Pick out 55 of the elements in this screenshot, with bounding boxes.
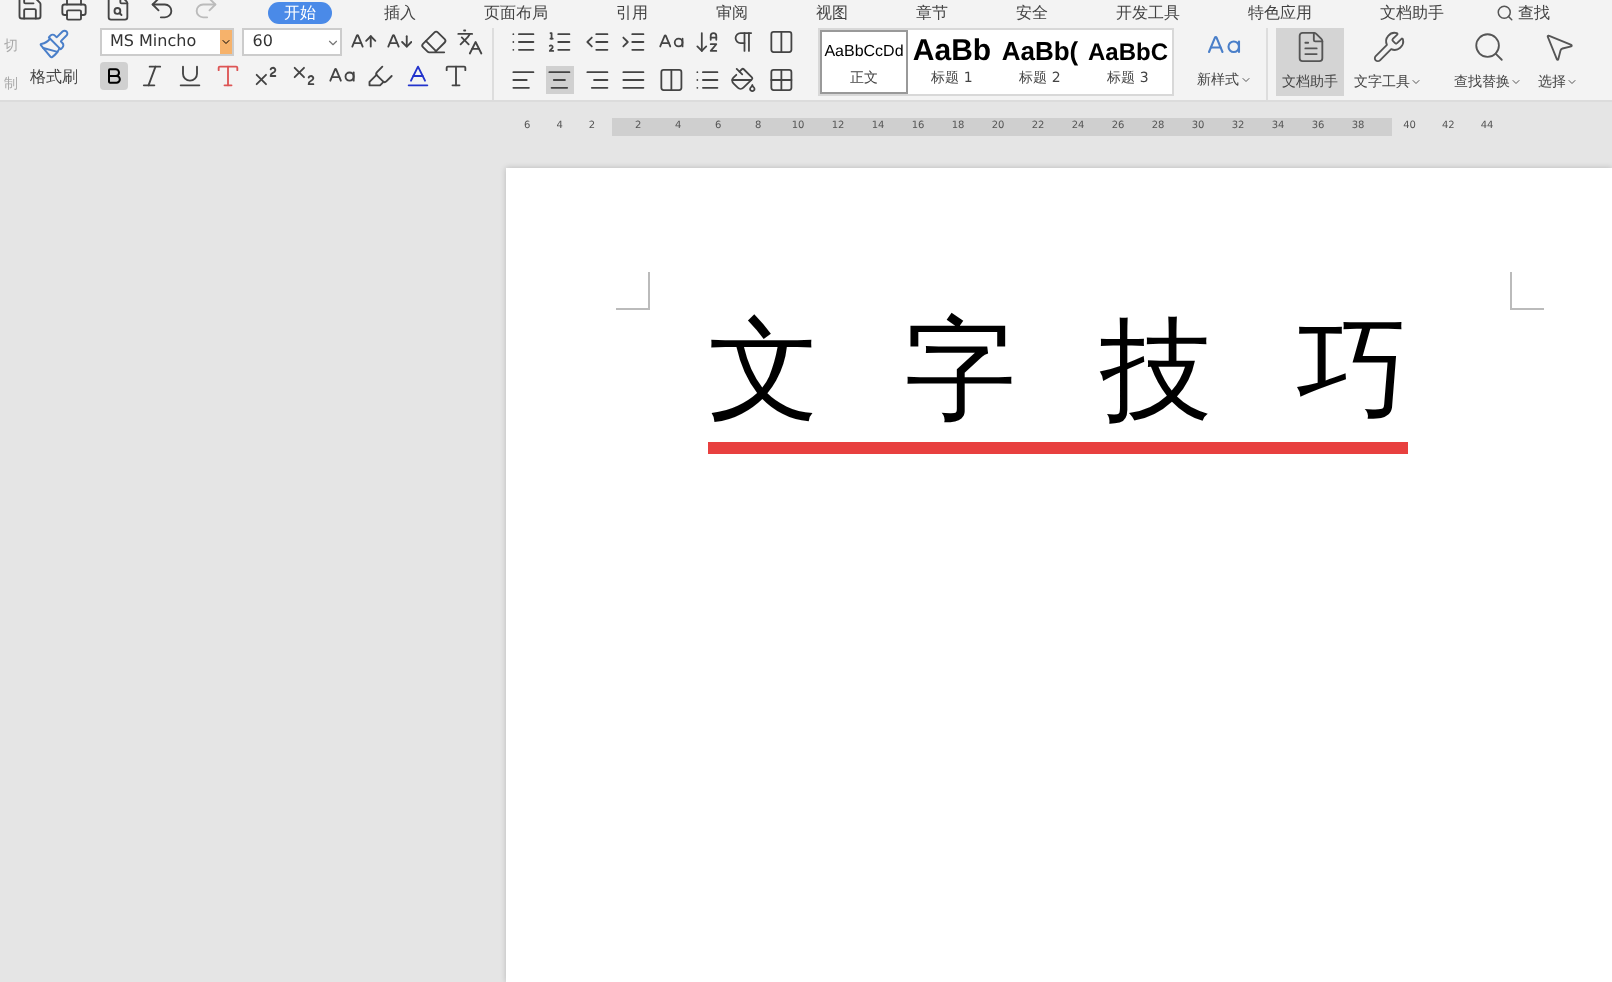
align-right-icon[interactable]: [583, 66, 611, 94]
caret-icon: [220, 36, 233, 48]
search-icon[interactable]: [1496, 4, 1514, 22]
align-center-icon[interactable]: [546, 66, 574, 94]
format-painter-button[interactable]: 格式刷: [24, 28, 84, 90]
numbered-list-icon[interactable]: [546, 28, 574, 56]
increase-indent-icon[interactable]: [620, 28, 647, 56]
margin-corner: [1510, 272, 1544, 310]
align-left-icon[interactable]: [510, 66, 537, 94]
sort-icon[interactable]: [693, 28, 721, 56]
font-color-icon[interactable]: [404, 62, 432, 90]
wrench-icon: [1371, 30, 1405, 64]
text-effect-icon[interactable]: [214, 62, 242, 90]
bold-icon: [104, 66, 124, 86]
border-icon[interactable]: [767, 66, 794, 94]
title-character: 巧: [1296, 308, 1408, 436]
justify-icon[interactable]: [620, 66, 647, 94]
menu-tab[interactable]: 引用: [600, 2, 664, 24]
menu-tab[interactable]: 视图: [800, 2, 864, 24]
menu-tab[interactable]: 文档助手: [1364, 2, 1460, 24]
menu-tab[interactable]: 开发工具: [1100, 2, 1196, 24]
shading-icon[interactable]: [730, 66, 758, 94]
search-icon: [1471, 30, 1505, 64]
menu-tab[interactable]: 审阅: [700, 2, 764, 24]
menu-tab[interactable]: 章节: [900, 2, 964, 24]
title-character: 文: [708, 308, 820, 436]
title-character: 技: [1100, 308, 1212, 436]
caret-icon: [1410, 76, 1422, 89]
subscript-icon[interactable]: [290, 62, 318, 90]
title-character: 字: [904, 308, 1016, 436]
caret-icon: [1510, 76, 1522, 89]
caret-icon: [1566, 76, 1578, 89]
font-size-field[interactable]: 60: [242, 28, 342, 56]
preview-icon[interactable]: [104, 0, 132, 22]
menu-tab[interactable]: 安全: [1000, 2, 1064, 24]
print-icon[interactable]: [60, 0, 88, 22]
cursor-icon: [1541, 30, 1575, 64]
superscript-icon[interactable]: [252, 62, 280, 90]
eraser-icon[interactable]: [420, 28, 449, 56]
menu-tab[interactable]: 页面布局: [468, 2, 564, 24]
bold-button[interactable]: [100, 62, 128, 90]
caret-icon: [325, 35, 340, 49]
save-icon[interactable]: [16, 0, 44, 22]
undo-icon[interactable]: [148, 0, 176, 22]
menu-tab[interactable]: 特色应用: [1232, 2, 1328, 24]
decrease-indent-icon[interactable]: [583, 28, 611, 56]
margin-corner: [616, 272, 650, 310]
italic-icon[interactable]: [138, 62, 166, 90]
font-name-field[interactable]: MS Mincho: [100, 28, 235, 56]
paintbrush-icon: [38, 28, 70, 60]
search-label[interactable]: 查找: [1518, 2, 1550, 24]
underline-icon[interactable]: [176, 62, 204, 90]
highlighter-icon[interactable]: [366, 62, 394, 90]
paragraph-marks-icon[interactable]: [730, 28, 758, 56]
menu-tab[interactable]: 插入: [368, 2, 432, 24]
